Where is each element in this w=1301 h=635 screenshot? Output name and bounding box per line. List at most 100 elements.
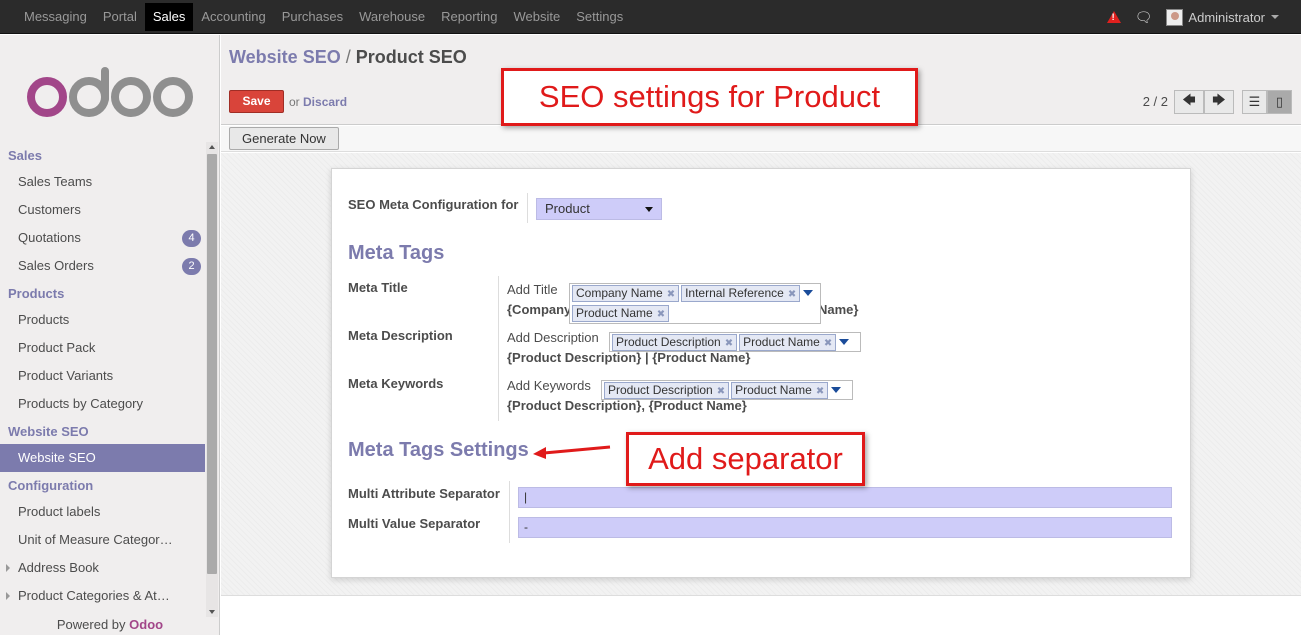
top-navbar: Messaging Portal Sales Accounting Purchases W… bbox=[0, 0, 1301, 34]
scroll-down-icon[interactable] bbox=[209, 610, 215, 614]
sidebar-item-customers[interactable]: Customers bbox=[0, 196, 207, 224]
tag-label: Internal Reference bbox=[685, 286, 784, 300]
meta-title-label: Meta Title bbox=[348, 280, 408, 295]
sidebar-scrollbar[interactable] bbox=[206, 142, 218, 617]
add-title-label: Add Title bbox=[507, 282, 558, 297]
count-badge: 2 bbox=[182, 258, 201, 275]
sidebar-item-label: Products by Category bbox=[18, 396, 144, 411]
top-menu-sales[interactable]: Sales bbox=[144, 3, 194, 31]
chat-icon[interactable]: 🗨 bbox=[1135, 9, 1153, 26]
user-menu[interactable]: Administrator bbox=[1166, 8, 1265, 26]
tag-label: Product Description bbox=[608, 383, 713, 397]
breadcrumb-separator: / bbox=[345, 47, 351, 67]
discard-group: or Discard bbox=[289, 95, 347, 109]
dropdown-arrow-icon[interactable] bbox=[803, 290, 814, 296]
form-icon: ▯ bbox=[1275, 94, 1284, 109]
sidebar-item-label: Unit of Measure Categor… bbox=[18, 532, 173, 547]
meta-title-tags-input[interactable]: Company Name ✖ Internal Reference ✖ Product … bbox=[569, 283, 821, 324]
top-menu-settings[interactable]: Settings bbox=[568, 0, 631, 34]
top-menu-website[interactable]: Website bbox=[506, 0, 569, 34]
list-icon: ☰ bbox=[1248, 94, 1261, 109]
remove-tag-icon[interactable]: ✖ bbox=[717, 386, 725, 397]
meta-description-tags-input[interactable]: Product Description ✖ Product Name ✖ bbox=[609, 332, 861, 352]
sidebar-item-sales-orders[interactable]: Sales Orders 2 bbox=[0, 252, 207, 280]
remove-tag-icon[interactable]: ✖ bbox=[667, 289, 675, 300]
sidebar-item-address-book[interactable]: Address Book bbox=[0, 554, 207, 582]
meta-tags-settings-heading: Meta Tags Settings bbox=[348, 439, 529, 461]
previous-record-button[interactable]: 🡄 bbox=[1174, 90, 1204, 114]
list-view-button[interactable]: ☰ bbox=[1242, 90, 1267, 114]
sidebar-item-label: Quotations bbox=[18, 230, 81, 245]
sidebar-item-sales-teams[interactable]: Sales Teams bbox=[0, 168, 207, 196]
scroll-thumb[interactable] bbox=[207, 154, 217, 574]
user-name: Administrator bbox=[1188, 9, 1265, 25]
sidebar-item-label: Sales Orders bbox=[18, 258, 94, 273]
page-title: Product SEO bbox=[355, 47, 467, 67]
top-menu-accounting[interactable]: Accounting bbox=[193, 0, 273, 34]
breadcrumb-parent[interactable]: Website SEO bbox=[229, 47, 341, 67]
sidebar-item-product-pack[interactable]: Product Pack bbox=[0, 334, 207, 362]
remove-tag-icon[interactable]: ✖ bbox=[824, 338, 832, 349]
sidebar-item-product-labels[interactable]: Product labels bbox=[0, 498, 207, 526]
top-menu-warehouse[interactable]: Warehouse bbox=[351, 0, 433, 34]
sidebar-item-label: Website SEO bbox=[18, 450, 96, 465]
multi-value-separator-input[interactable]: - bbox=[518, 517, 1172, 538]
sidebar-item-label: Address Book bbox=[18, 560, 99, 575]
top-menu-purchases[interactable]: Purchases bbox=[274, 0, 351, 34]
discard-button[interactable]: Discard bbox=[303, 95, 347, 109]
top-menu-reporting[interactable]: Reporting bbox=[433, 0, 505, 34]
tag-chip: Company Name ✖ bbox=[572, 285, 680, 302]
next-record-button[interactable]: 🡆 bbox=[1204, 90, 1234, 114]
warning-icon[interactable]: ! bbox=[1106, 11, 1121, 23]
top-menu-messaging[interactable]: Messaging bbox=[16, 0, 95, 34]
sidebar-item-label: Product Pack bbox=[18, 340, 96, 355]
save-button[interactable]: Save bbox=[229, 90, 284, 113]
sidebar-item-quotations[interactable]: Quotations 4 bbox=[0, 224, 207, 252]
sidebar-item-unit-of-measure-categor[interactable]: Unit of Measure Categor… bbox=[0, 526, 207, 554]
dropdown-arrow-icon[interactable] bbox=[831, 387, 842, 393]
odoo-logo[interactable] bbox=[25, 65, 195, 120]
form-statusbar: Generate Now bbox=[221, 126, 1301, 152]
generate-now-button[interactable]: Generate Now bbox=[229, 127, 339, 150]
remove-tag-icon[interactable]: ✖ bbox=[725, 338, 733, 349]
meta-keywords-expression: {Product Description}, {Product Name} bbox=[507, 398, 747, 413]
arrow-right-icon: 🡆 bbox=[1212, 92, 1226, 107]
meta-description-expression: {Product Description} | {Product Name} bbox=[507, 350, 751, 365]
meta-title-expression-end: Name} bbox=[818, 302, 859, 317]
dropdown-arrow-icon[interactable] bbox=[839, 339, 850, 345]
sidebar-item-label: Product Categories & At… bbox=[18, 588, 170, 603]
pager-value[interactable]: 2 / 2 bbox=[1143, 94, 1168, 109]
pager-nav: 🡄 🡆 bbox=[1174, 90, 1234, 114]
sidebar-item-website-seo[interactable]: Website SEO bbox=[0, 444, 205, 472]
tag-label: Product Name bbox=[743, 335, 820, 349]
multi-value-separator-label: Multi Value Separator bbox=[348, 516, 481, 531]
remove-tag-icon[interactable]: ✖ bbox=[788, 289, 796, 300]
add-keywords-label: Add Keywords bbox=[507, 378, 591, 393]
scroll-up-icon[interactable] bbox=[209, 145, 215, 149]
powered-by-brand-link[interactable]: Odoo bbox=[129, 617, 163, 632]
sidebar-item-label: Sales Teams bbox=[18, 174, 93, 189]
sidebar-item-products[interactable]: Products bbox=[0, 306, 207, 334]
tag-label: Company Name bbox=[576, 286, 663, 300]
sidebar-item-product-variants[interactable]: Product Variants bbox=[0, 362, 207, 390]
chevron-down-icon[interactable] bbox=[1271, 15, 1279, 19]
divider bbox=[498, 276, 499, 421]
top-menu-portal[interactable]: Portal bbox=[95, 0, 145, 34]
sidebar-section-configuration: Configuration bbox=[8, 478, 94, 493]
chevron-down-icon bbox=[645, 207, 653, 212]
remove-tag-icon[interactable]: ✖ bbox=[657, 309, 665, 320]
top-right-area: ! 🗨 Administrator bbox=[1106, 0, 1279, 34]
seo-settings-callout: SEO settings for Product bbox=[501, 68, 918, 126]
remove-tag-icon[interactable]: ✖ bbox=[816, 386, 824, 397]
form-sheet: SEO Meta Configuration for Product Meta … bbox=[331, 168, 1191, 578]
config-select[interactable]: Product bbox=[536, 198, 662, 220]
form-view-button[interactable]: ▯ bbox=[1267, 90, 1292, 114]
multi-attribute-separator-input[interactable]: | bbox=[518, 487, 1172, 508]
sidebar-item-product-categories-at[interactable]: Product Categories & At… bbox=[0, 582, 207, 610]
meta-description-label: Meta Description bbox=[348, 328, 453, 343]
tag-chip: Product Name ✖ bbox=[739, 334, 837, 351]
arrow-pointer-icon bbox=[533, 445, 611, 459]
sidebar-item-products-by-category[interactable]: Products by Category bbox=[0, 390, 207, 418]
meta-keywords-tags-input[interactable]: Product Description ✖ Product Name ✖ bbox=[601, 380, 853, 400]
avatar bbox=[1166, 8, 1184, 26]
